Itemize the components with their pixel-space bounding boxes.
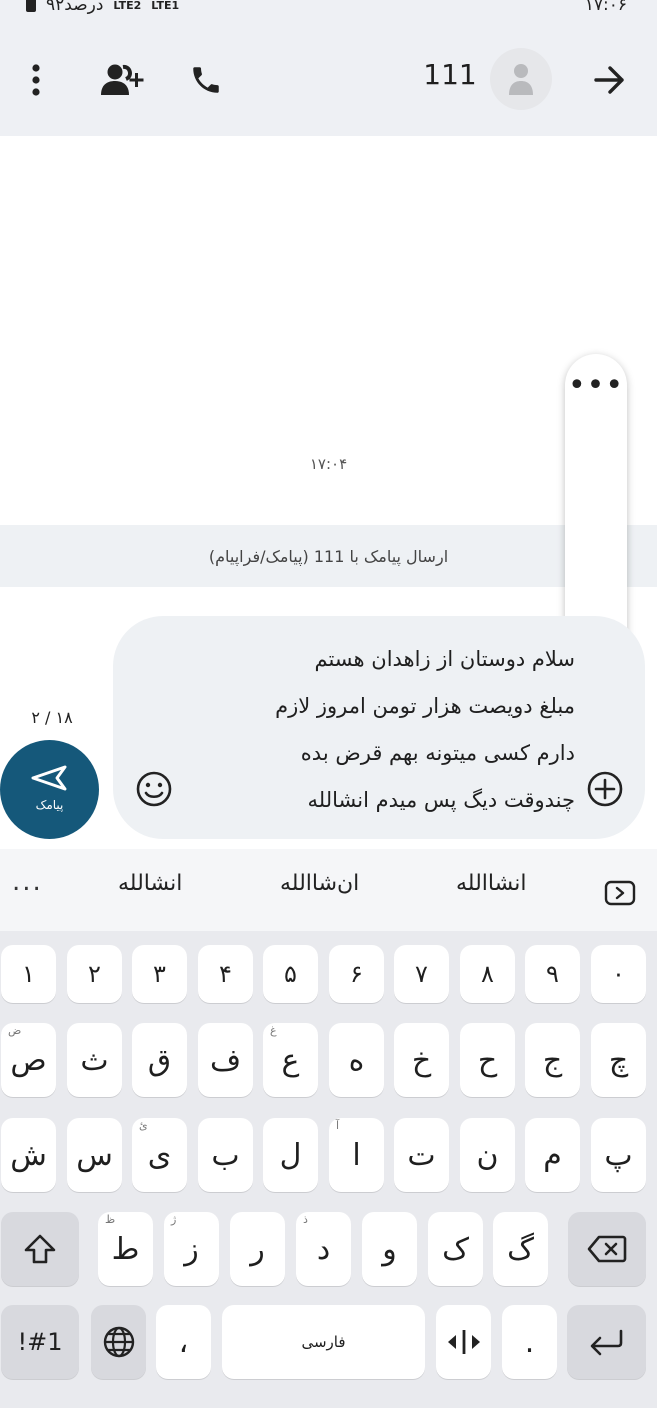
- key[interactable]: ق: [132, 1023, 187, 1097]
- key[interactable]: ۹: [525, 945, 580, 1003]
- emoji-icon[interactable]: [133, 768, 175, 810]
- key[interactable]: غع: [263, 1023, 318, 1097]
- message-line: سلام دوستان از زاهدان هستم: [314, 647, 575, 671]
- app-bar: 111: [0, 22, 657, 136]
- contact-name[interactable]: 111: [420, 58, 480, 91]
- message-input[interactable]: سلام دوستان از زاهدان هستم مبلغ دویصت هز…: [183, 636, 575, 824]
- avatar-person-icon: [509, 64, 533, 95]
- backspace-icon: [587, 1235, 627, 1263]
- message-line: مبلغ دویصت هزار تومن امروز لازم: [275, 694, 575, 718]
- globe-icon: [103, 1326, 134, 1358]
- key[interactable]: ج: [525, 1023, 580, 1097]
- key[interactable]: ن: [460, 1118, 515, 1192]
- key[interactable]: پ: [591, 1118, 646, 1192]
- key[interactable]: ۴: [198, 945, 253, 1003]
- key[interactable]: ۵: [263, 945, 318, 1003]
- key[interactable]: آا: [329, 1118, 384, 1192]
- message-counter: ۲ / ۱۸: [31, 708, 73, 727]
- key[interactable]: ۰: [591, 945, 646, 1003]
- more-horizontal-icon[interactable]: •••: [565, 368, 627, 404]
- key[interactable]: ۶: [329, 945, 384, 1003]
- send-button[interactable]: پیامک: [0, 740, 99, 839]
- key[interactable]: س: [67, 1118, 122, 1192]
- back-arrow-icon[interactable]: [588, 58, 632, 102]
- network-lte2: LTE2: [113, 0, 142, 12]
- key[interactable]: ذد: [296, 1212, 351, 1286]
- key[interactable]: ۳: [132, 945, 187, 1003]
- cursor-control-key[interactable]: [436, 1305, 491, 1379]
- phone-icon[interactable]: [184, 58, 228, 102]
- battery-percent: ۹۲درصد: [46, 0, 104, 15]
- key[interactable]: ل: [263, 1118, 318, 1192]
- add-attachment-icon[interactable]: [584, 768, 626, 810]
- key[interactable]: ۷: [394, 945, 449, 1003]
- key[interactable]: ظط: [98, 1212, 153, 1286]
- key[interactable]: ضص: [1, 1023, 56, 1097]
- space-key[interactable]: فارسی: [222, 1305, 425, 1379]
- key[interactable]: ۱: [1, 945, 56, 1003]
- comma-key[interactable]: ،: [156, 1305, 211, 1379]
- key[interactable]: ث: [67, 1023, 122, 1097]
- key[interactable]: ش: [1, 1118, 56, 1192]
- message-line: دارم کسی میتونه بهم قرض بده: [300, 741, 575, 765]
- key[interactable]: ئی: [132, 1118, 187, 1192]
- cursor-move-icon: [447, 1330, 480, 1354]
- key[interactable]: ۸: [460, 945, 515, 1003]
- message-line: چندوقت دیگ پس میدم انشالله: [307, 788, 575, 812]
- key[interactable]: ح: [460, 1023, 515, 1097]
- key[interactable]: ه: [329, 1023, 384, 1097]
- backspace-key[interactable]: [568, 1212, 646, 1286]
- key[interactable]: چ: [591, 1023, 646, 1097]
- symbols-key[interactable]: !#1: [1, 1305, 79, 1379]
- key[interactable]: و: [362, 1212, 417, 1286]
- shift-key[interactable]: [1, 1212, 79, 1286]
- send-info-bar: ارسال پیامک با 111 (پیامک/فراپیام): [0, 525, 657, 587]
- key[interactable]: ر: [230, 1212, 285, 1286]
- toolbar-toggle-icon[interactable]: [604, 880, 636, 906]
- language-key[interactable]: [91, 1305, 146, 1379]
- suggestions-more-button[interactable]: ...: [12, 867, 43, 897]
- message-timestamp: ۱۷:۰۴: [309, 455, 348, 473]
- key[interactable]: ب: [198, 1118, 253, 1192]
- add-contact-icon[interactable]: [96, 58, 148, 102]
- shift-icon: [24, 1234, 56, 1264]
- key[interactable]: ف: [198, 1023, 253, 1097]
- suggestion-bar: ... انشالله ان‌شاالله انشاالله: [0, 849, 657, 931]
- status-time: ۱۷:۰۶: [584, 0, 627, 15]
- send-label: پیامک: [35, 798, 64, 812]
- key[interactable]: م: [525, 1118, 580, 1192]
- period-key[interactable]: .: [502, 1305, 557, 1379]
- more-vertical-icon[interactable]: [16, 58, 56, 102]
- suggestion-item[interactable]: انشاالله: [456, 871, 526, 896]
- enter-key[interactable]: [567, 1305, 646, 1379]
- key[interactable]: ۲: [67, 945, 122, 1003]
- status-bar: ۹۲درصد LTE2 LTE1 ۱۷:۰۶: [0, 0, 657, 22]
- key[interactable]: ک: [428, 1212, 483, 1286]
- keyboard: ۰ ۹ ۸ ۷ ۶ ۵ ۴ ۳ ۲ ۱ چ ج ح خ ه غع ف ق ث ض…: [0, 931, 657, 1408]
- key[interactable]: ت: [394, 1118, 449, 1192]
- suggestion-item[interactable]: ان‌شاالله: [280, 871, 359, 896]
- suggestion-item[interactable]: انشالله: [118, 871, 182, 896]
- key[interactable]: ژز: [164, 1212, 219, 1286]
- battery-icon: [26, 0, 36, 12]
- compose-field[interactable]: سلام دوستان از زاهدان هستم مبلغ دویصت هز…: [113, 616, 645, 839]
- key[interactable]: گ: [493, 1212, 548, 1286]
- network-lte1: LTE1: [151, 0, 180, 12]
- key[interactable]: خ: [394, 1023, 449, 1097]
- send-icon: [31, 765, 67, 791]
- avatar[interactable]: [490, 48, 552, 110]
- enter-icon: [590, 1329, 622, 1356]
